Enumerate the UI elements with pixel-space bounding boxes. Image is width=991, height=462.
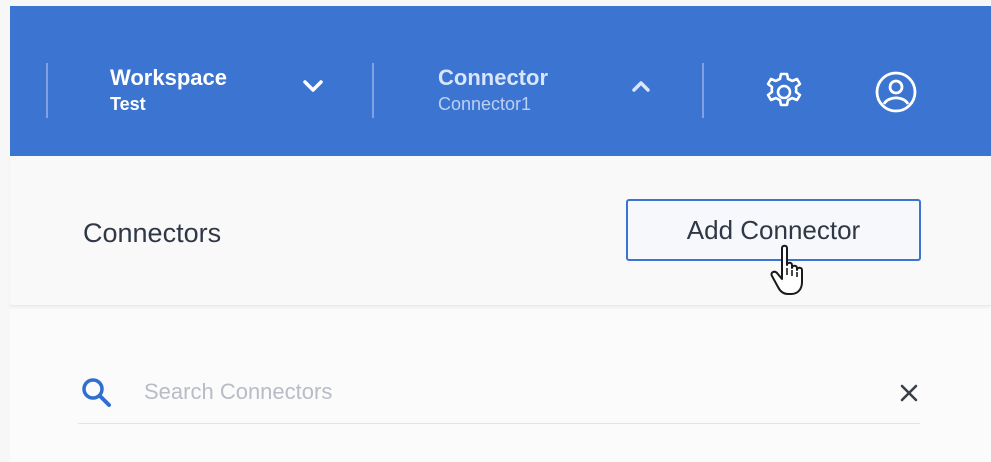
search-bar: [78, 366, 920, 424]
connector-value: Connector1: [438, 94, 532, 114]
divider: [46, 63, 48, 118]
workspace-value: Test: [110, 94, 146, 114]
workspace-selector[interactable]: Workspace Test: [110, 64, 330, 124]
workspace-label: Workspace: [110, 65, 227, 90]
divider: [702, 63, 704, 118]
app-window: Workspace Test Connector Connector1 Conn…: [0, 0, 991, 462]
close-icon[interactable]: [898, 382, 920, 404]
panel-header: Connectors Add Connector: [10, 156, 991, 306]
search-icon: [82, 378, 111, 407]
divider: [372, 63, 374, 118]
connector-selector[interactable]: Connector Connector1: [438, 64, 653, 124]
connector-label: Connector: [438, 65, 548, 90]
connectors-panel: Connectors Add Connector: [10, 156, 991, 462]
panel-title: Connectors: [83, 218, 222, 248]
hand-pointer-cursor-icon: [770, 244, 803, 295]
top-navigation-bar: Workspace Test Connector Connector1: [10, 6, 991, 156]
search-input[interactable]: [144, 372, 824, 412]
chevron-down-icon: [303, 80, 323, 92]
account-button[interactable]: [868, 64, 924, 120]
chevron-up-icon: [632, 81, 650, 92]
gear-icon: [766, 72, 802, 107]
settings-button[interactable]: [756, 64, 812, 120]
user-circle-icon: [875, 71, 917, 113]
